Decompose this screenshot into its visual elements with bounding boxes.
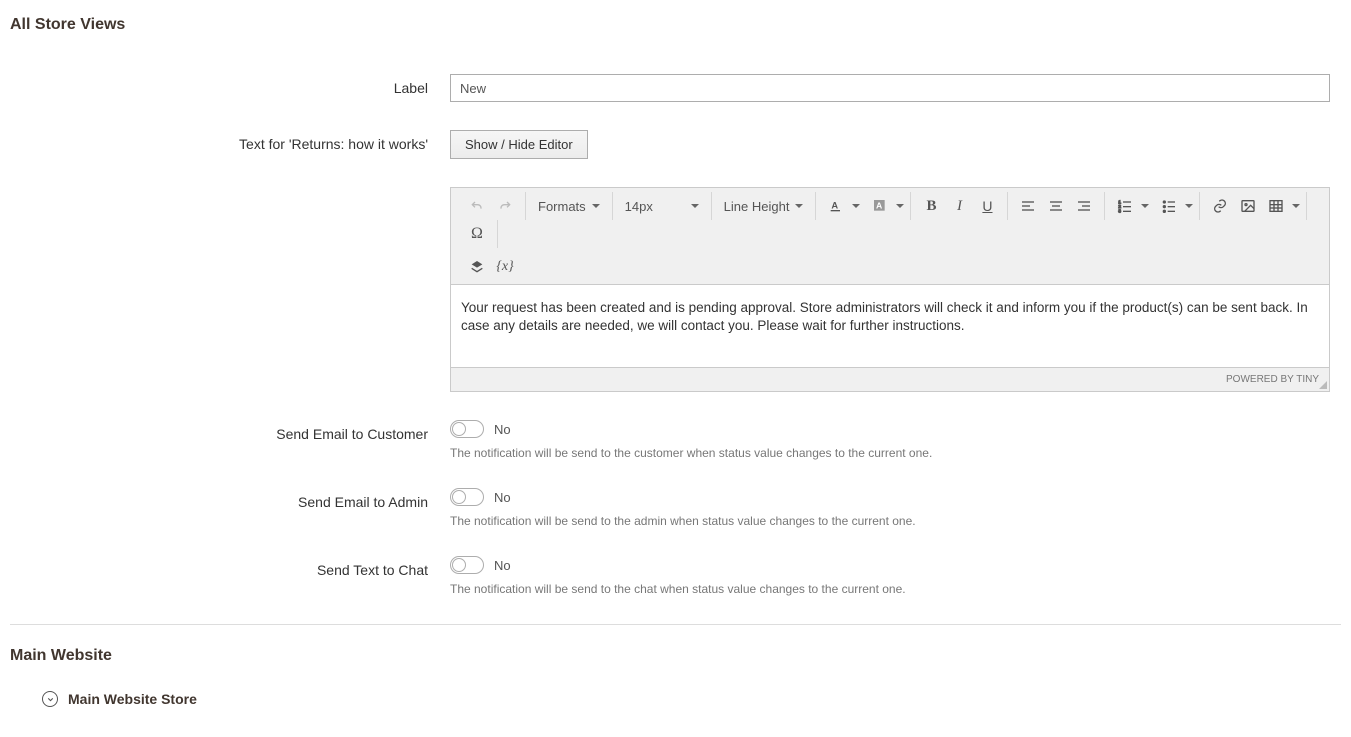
redo-icon[interactable]	[491, 194, 519, 218]
toggle-text-chat[interactable]	[450, 556, 484, 574]
svg-text:A: A	[876, 201, 883, 211]
caret-icon	[795, 204, 803, 208]
bold-icon[interactable]: B	[917, 194, 945, 218]
section-divider	[10, 624, 1341, 625]
lineheight-label: Line Height	[724, 199, 790, 214]
table-icon[interactable]	[1262, 194, 1290, 218]
help-email-admin: The notification will be send to the adm…	[450, 514, 1330, 528]
caret-icon	[691, 204, 699, 208]
align-right-icon[interactable]	[1070, 194, 1098, 218]
store-label: Main Website Store	[68, 691, 197, 707]
formats-label: Formats	[538, 199, 586, 214]
fontsize-select[interactable]: 14px	[619, 194, 705, 218]
caret-icon[interactable]	[1185, 204, 1193, 208]
row-email-customer: Send Email to Customer No The notificati…	[10, 420, 1341, 460]
caret-icon[interactable]	[896, 204, 904, 208]
caret-icon	[592, 204, 600, 208]
caret-icon[interactable]	[852, 204, 860, 208]
label-text-chat: Send Text to Chat	[10, 556, 450, 578]
special-char-icon[interactable]: Ω	[463, 222, 491, 246]
label-label: Label	[10, 74, 450, 96]
underline-icon[interactable]: U	[973, 194, 1001, 218]
svg-text:3: 3	[1119, 209, 1122, 214]
row-text-chat: Send Text to Chat No The notification wi…	[10, 556, 1341, 596]
lineheight-select[interactable]: Line Height	[718, 194, 810, 218]
svg-text:A: A	[832, 201, 839, 211]
powered-by-label: POWERED BY TINY	[1226, 374, 1319, 385]
toggle-email-customer[interactable]	[450, 420, 484, 438]
section-title: All Store Views	[10, 16, 1341, 34]
row-label: Label	[10, 74, 1341, 102]
variable-icon[interactable]: {x}	[491, 255, 519, 279]
help-email-customer: The notification will be send to the cus…	[450, 446, 1330, 460]
formats-select[interactable]: Formats	[532, 194, 606, 218]
align-left-icon[interactable]	[1014, 194, 1042, 218]
label-email-customer: Send Email to Customer	[10, 420, 450, 442]
fontsize-label: 14px	[625, 199, 653, 214]
toggle-text-chat-state: No	[494, 558, 511, 573]
toggle-email-admin-state: No	[494, 490, 511, 505]
label-input[interactable]	[450, 74, 1330, 102]
bullet-list-icon[interactable]	[1155, 194, 1183, 218]
link-icon[interactable]	[1206, 194, 1234, 218]
help-text-chat: The notification will be send to the cha…	[450, 582, 1330, 596]
show-hide-editor-button[interactable]: Show / Hide Editor	[450, 130, 588, 159]
undo-icon[interactable]	[463, 194, 491, 218]
label-email-admin: Send Email to Admin	[10, 488, 450, 510]
toggle-email-customer-state: No	[494, 422, 511, 437]
caret-icon[interactable]	[1292, 204, 1300, 208]
resize-grip-icon[interactable]	[1317, 379, 1327, 389]
editor-content[interactable]: Your request has been created and is pen…	[451, 285, 1329, 367]
row-text: Text for 'Returns: how it works' Show / …	[10, 130, 1341, 392]
label-text: Text for 'Returns: how it works'	[10, 130, 450, 152]
store-row[interactable]: Main Website Store	[42, 691, 1341, 707]
chevron-down-circle-icon	[42, 691, 58, 707]
row-email-admin: Send Email to Admin No The notification …	[10, 488, 1341, 528]
align-center-icon[interactable]	[1042, 194, 1070, 218]
wysiwyg-editor: Formats 14px Line Height	[450, 187, 1330, 392]
editor-toolbar: Formats 14px Line Height	[451, 188, 1329, 285]
image-icon[interactable]	[1234, 194, 1262, 218]
ordered-list-icon[interactable]: 123	[1111, 194, 1139, 218]
editor-footer: POWERED BY TINY	[451, 367, 1329, 391]
italic-icon[interactable]: I	[945, 194, 973, 218]
website-title: Main Website	[10, 647, 1341, 665]
bg-color-icon[interactable]: A	[866, 194, 894, 218]
widget-icon[interactable]	[463, 255, 491, 279]
caret-icon[interactable]	[1141, 204, 1149, 208]
text-color-icon[interactable]: A	[822, 194, 850, 218]
toggle-email-admin[interactable]	[450, 488, 484, 506]
